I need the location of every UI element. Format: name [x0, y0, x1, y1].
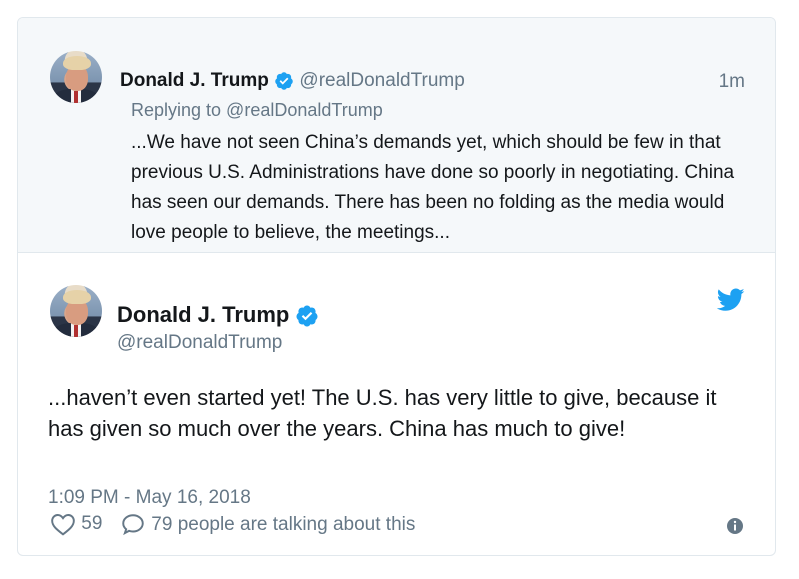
reply-tweet-text: ...We have not seen China’s demands yet,… — [131, 132, 735, 243]
main-tweet-text: ...haven’t even started yet! The U.S. ha… — [48, 385, 717, 441]
speech-bubble-icon — [122, 514, 144, 536]
author-handle[interactable]: @realDonaldTrump — [299, 70, 464, 91]
main-author[interactable]: Donald J. Trump — [117, 302, 319, 328]
replying-to[interactable]: Replying to @realDonaldTrump — [131, 100, 383, 121]
talking-count[interactable]: 79 people are talking about this — [151, 514, 415, 535]
talking-about-link[interactable]: 79 people are talking about this — [120, 512, 415, 538]
like-button[interactable]: 59 — [50, 512, 102, 536]
author-handle[interactable]: @realDonaldTrump — [117, 332, 282, 354]
avatar[interactable] — [50, 51, 102, 103]
reply-author[interactable]: Donald J. Trump @realDonaldTrump — [120, 68, 465, 94]
like-count[interactable]: 59 — [81, 513, 102, 534]
author-name[interactable]: Donald J. Trump — [117, 302, 289, 327]
verified-badge-icon — [275, 72, 293, 90]
author-name[interactable]: Donald J. Trump — [120, 70, 269, 91]
embedded-tweet-card: Donald J. Trump @realDonaldTrump 1m Repl… — [17, 17, 776, 556]
info-icon[interactable] — [725, 516, 745, 536]
verified-badge-icon — [296, 305, 318, 327]
tweet-timestamp[interactable]: 1:09 PM - May 16, 2018 — [48, 487, 251, 509]
avatar[interactable] — [50, 285, 102, 337]
tweet-time[interactable]: 1m — [719, 71, 745, 93]
twitter-bird-icon[interactable] — [717, 288, 745, 312]
heart-icon — [51, 514, 75, 536]
reply-tweet[interactable]: Donald J. Trump @realDonaldTrump 1m Repl… — [18, 18, 775, 253]
